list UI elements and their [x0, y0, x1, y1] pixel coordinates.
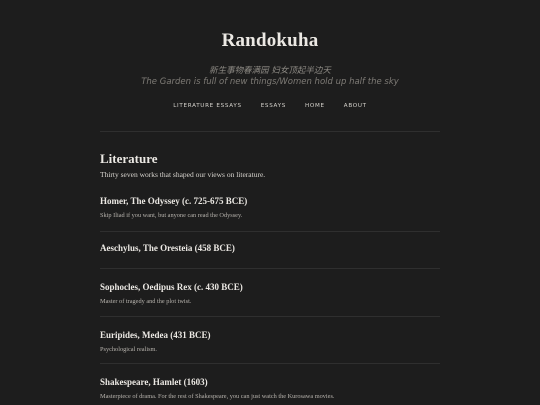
- nav-literature-essays[interactable]: LITERATURE ESSAYS: [173, 103, 241, 109]
- entry-title[interactable]: Shakespeare, Hamlet (1603): [100, 377, 208, 387]
- entry-divider: [100, 363, 440, 364]
- entry-title[interactable]: Euripides, Medea (431 BCE): [100, 330, 211, 340]
- section-description: Thirty seven works that shaped our views…: [100, 170, 266, 179]
- nav-home[interactable]: HOME: [305, 103, 325, 109]
- tagline-chinese: 新生事物春满园 妇女顶起半边天: [209, 66, 331, 76]
- entry-title[interactable]: Sophocles, Oedipus Rex (c. 430 BCE): [100, 282, 243, 292]
- nav-about[interactable]: ABOUT: [344, 103, 367, 109]
- page: Randokuha 新生事物春满园 妇女顶起半边天 The Garden is …: [0, 0, 540, 405]
- tagline-english: The Garden is full of new things/Women h…: [141, 77, 399, 87]
- entry-description: Psychological realism.: [100, 346, 158, 353]
- entry-description: Skip Iliad if you want, but anyone can r…: [100, 212, 243, 219]
- entry-title[interactable]: Homer, The Odyssey (c. 725-675 BCE): [100, 196, 247, 206]
- header-divider: [100, 131, 440, 132]
- site-title[interactable]: Randokuha: [0, 30, 540, 52]
- nav-essays[interactable]: ESSAYS: [261, 103, 286, 109]
- entry-description: Masterpiece of drama. For the rest of Sh…: [100, 393, 335, 400]
- entry-divider: [100, 268, 440, 269]
- entry-divider: [100, 316, 440, 317]
- entry-divider: [100, 231, 440, 232]
- entry-description: Master of tragedy and the plot twist.: [100, 298, 192, 305]
- section-title: Literature: [100, 151, 158, 166]
- entry-title[interactable]: Aeschylus, The Oresteia (458 BCE): [100, 243, 235, 253]
- main-nav: LITERATURE ESSAYS ESSAYS HOME ABOUT: [0, 103, 540, 109]
